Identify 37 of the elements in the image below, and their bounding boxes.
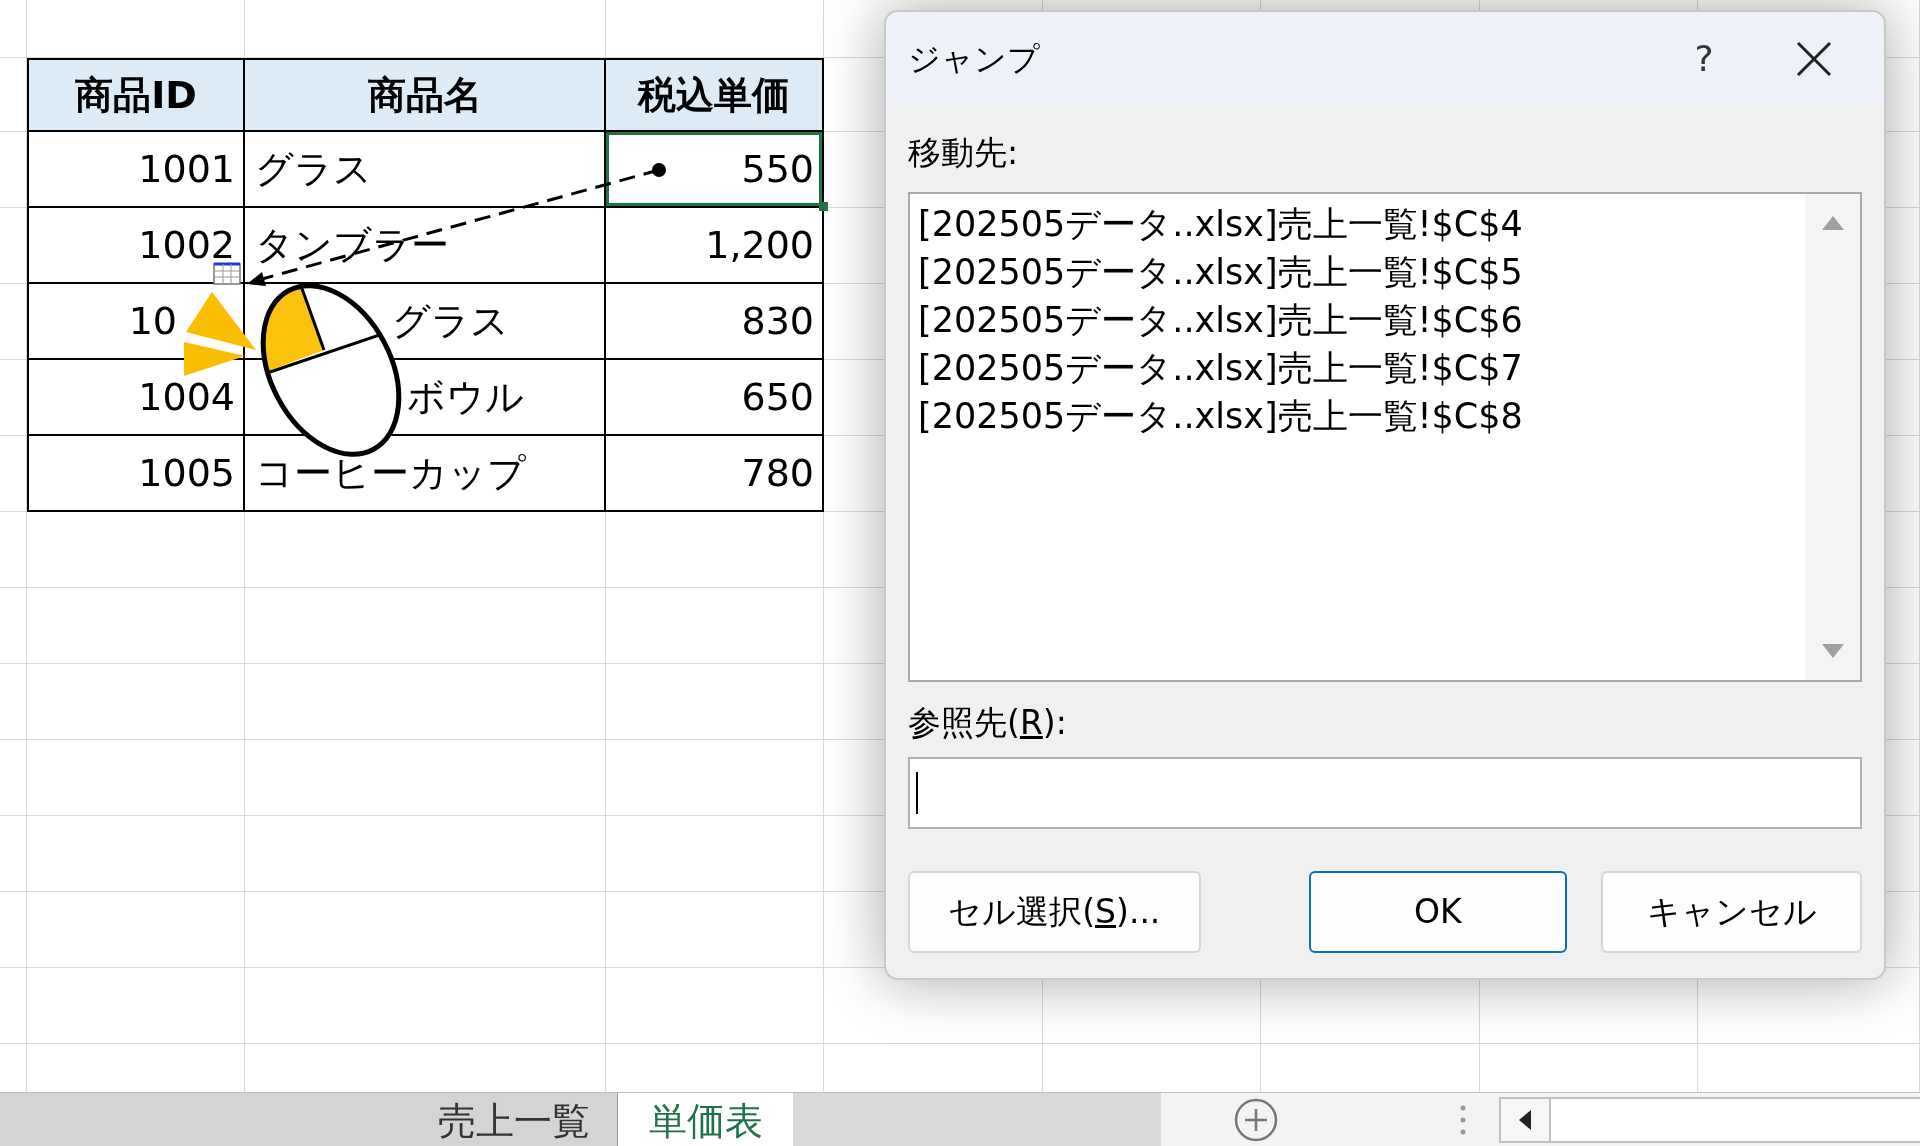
table-cell: 650 [606,360,824,436]
dialog-button[interactable]: キャンセル [1601,871,1862,953]
table-cell: グラス [245,132,606,208]
field-label: 参照先(R): [908,701,1067,744]
scroll-left-button[interactable] [1499,1096,1551,1143]
reference-field[interactable] [908,757,1862,829]
scroll-up-icon[interactable] [1821,215,1844,230]
click-rays-icon [184,292,256,376]
text-cursor [916,772,918,814]
goto-list[interactable]: [202505データ..xlsx]売上一覧!$C$4 [202505データ..xlsx]売上一覧!$C$5 [202505データ..xlsx]売上一覧!$C$6 [202505データ..xlsx]売上一覧!$C$7 [202505データ..xlsx]売上一覧!$C$8 [908,191,1862,682]
list-item[interactable]: [202505データ..xlsx]売上一覧!$C$5 [918,247,1523,296]
list-item[interactable]: [202505データ..xlsx]売上一覧!$C$7 [918,343,1523,392]
table-cell: 550 [606,132,824,208]
scroll-down-icon[interactable] [1821,643,1844,658]
list-item[interactable]: [202505データ..xlsx]売上一覧!$C$6 [918,295,1523,344]
caret-left-icon [1519,1109,1531,1130]
window-title: ジャンプ [908,39,1041,80]
dialog-button[interactable]: セル選択(S)... [908,871,1201,953]
table-cell: 830 [606,284,824,360]
column-header: 税込単価 [606,58,824,132]
help-button[interactable]: ? [1674,29,1734,89]
field-label: 移動先: [908,132,1020,174]
list-item[interactable]: [202505データ..xlsx]売上一覧!$C$8 [918,391,1523,440]
column-header: 商品ID [27,58,245,132]
sheet-tab[interactable]: 売上一覧 [410,1093,618,1146]
column-header: 商品名 [245,58,606,132]
scrollbar[interactable] [1805,193,1860,680]
list-item[interactable]: [202505データ..xlsx]売上一覧!$C$4 [918,199,1523,248]
add-sheet-icon[interactable] [1233,1096,1279,1143]
table-cell: 780 [606,436,824,512]
close-icon[interactable] [1796,41,1832,77]
table-cell: 1005 [27,436,245,512]
table-icon [213,262,241,285]
horizontal-scrollbar[interactable] [1551,1096,1920,1143]
table-cell: 1,200 [606,208,824,284]
dialog-button[interactable]: OK [1308,871,1568,953]
table-cell: 1001 [27,132,245,208]
